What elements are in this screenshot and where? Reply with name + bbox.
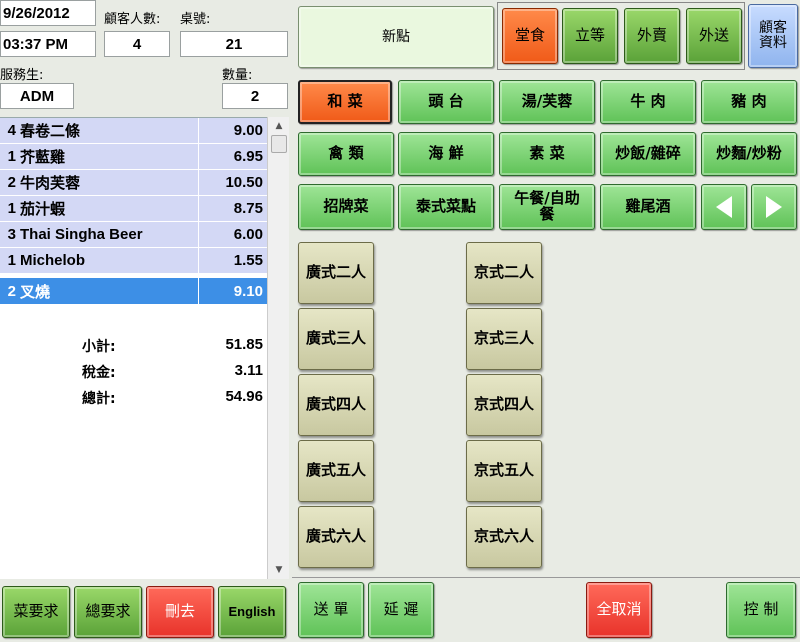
subtotal-label: 小計: (82, 339, 116, 355)
bottom-divider (292, 577, 800, 578)
delay-button[interactable]: 延 遲 (368, 582, 434, 638)
category-poultry[interactable]: 禽 類 (298, 132, 394, 176)
triangle-left-icon (716, 196, 732, 218)
item-price: 1.55 (233, 252, 263, 269)
item-qty: 1 (7, 252, 16, 269)
next-page-button[interactable] (751, 184, 797, 230)
item-name: 茄汁蝦 (20, 201, 66, 218)
takeout-button[interactable]: 外賣 (624, 8, 680, 64)
category-lunch-buffet[interactable]: 午餐/自助餐 (499, 184, 595, 230)
category-noodles[interactable]: 炒麵/炒粉 (701, 132, 797, 176)
send-order-button[interactable]: 送 單 (298, 582, 364, 638)
table-input[interactable]: 21 (180, 31, 288, 57)
general-request-button[interactable]: 總要求 (74, 586, 142, 638)
tax-value: 3.11 (234, 362, 263, 379)
triangle-right-icon (766, 196, 782, 218)
category-thai[interactable]: 泰式菜點 (398, 184, 494, 230)
menu-item-beijing-3[interactable]: 京式三人 (466, 308, 542, 370)
order-item-row[interactable]: 1 芥藍雞 6.95 (0, 144, 267, 170)
category-specials[interactable]: 招牌菜 (298, 184, 394, 230)
category-vegetable[interactable]: 素 菜 (499, 132, 595, 176)
category-seafood[interactable]: 海 鮮 (398, 132, 494, 176)
category-set-meals[interactable]: 和 菜 (298, 80, 392, 124)
dish-request-button[interactable]: 菜要求 (2, 586, 70, 638)
item-name: Thai Singha Beer (20, 226, 143, 243)
quantity-input[interactable]: 2 (222, 83, 288, 109)
delivery-button[interactable]: 外送 (686, 8, 742, 64)
category-cocktails[interactable]: 雞尾酒 (600, 184, 696, 230)
new-order-button[interactable]: 新點 (298, 6, 494, 68)
category-beef[interactable]: 牛 肉 (600, 80, 696, 124)
cancel-all-button[interactable]: 全取消 (586, 582, 652, 638)
order-list[interactable]: 4 春卷二條 9.00 1 芥藍雞 6.95 2 牛肉芙蓉 10.50 1 茄汁… (0, 117, 267, 579)
customer-info-button[interactable]: 顧客資料 (748, 4, 798, 68)
item-price: 9.10 (233, 282, 263, 300)
category-soup[interactable]: 湯/芙蓉 (499, 80, 595, 124)
date-display: 9/26/2012 (0, 0, 96, 26)
item-qty: 2 (7, 174, 16, 191)
dine-in-button[interactable]: 堂食 (502, 8, 558, 64)
order-item-row-selected[interactable]: 2 叉燒 9.10 (0, 278, 267, 304)
item-price: 8.75 (233, 200, 263, 217)
item-name: 春卷二條 (20, 123, 81, 140)
item-name: Michelob (20, 252, 86, 269)
item-price: 9.00 (233, 122, 263, 139)
scroll-up-icon[interactable]: ▲ (268, 117, 290, 135)
prev-page-button[interactable] (701, 184, 747, 230)
item-price: 10.50 (225, 174, 263, 191)
order-item-row[interactable]: 1 Michelob 1.55 (0, 248, 267, 274)
category-appetizers[interactable]: 頭 台 (398, 80, 494, 124)
total-label: 總計: (82, 391, 116, 407)
item-name: 叉燒 (20, 283, 51, 301)
item-name: 牛肉芙蓉 (20, 175, 81, 192)
total-value: 54.96 (225, 388, 263, 405)
control-button[interactable]: 控 制 (726, 582, 796, 638)
table-label: 桌號: (180, 12, 211, 27)
item-qty: 4 (7, 122, 16, 139)
category-pork[interactable]: 豬 肉 (701, 80, 797, 124)
menu-item-beijing-5[interactable]: 京式五人 (466, 440, 542, 502)
category-fried-rice[interactable]: 炒飯/雜碎 (600, 132, 696, 176)
guests-label: 顧客人數: (104, 12, 161, 27)
guests-input[interactable]: 4 (104, 31, 170, 57)
menu-item-beijing-4[interactable]: 京式四人 (466, 374, 542, 436)
menu-item-cantonese-4[interactable]: 廣式四人 (298, 374, 374, 436)
wait-button[interactable]: 立等 (562, 8, 618, 64)
scroll-down-icon[interactable]: ▼ (268, 561, 290, 579)
item-qty: 1 (7, 148, 16, 165)
menu-item-beijing-6[interactable]: 京式六人 (466, 506, 542, 568)
quantity-label: 數量: (222, 68, 253, 83)
order-item-row[interactable]: 4 春卷二條 9.00 (0, 118, 267, 144)
server-input[interactable]: ADM (0, 83, 74, 109)
order-item-row[interactable]: 2 牛肉芙蓉 10.50 (0, 170, 267, 196)
menu-item-cantonese-2[interactable]: 廣式二人 (298, 242, 374, 304)
menu-item-cantonese-3[interactable]: 廣式三人 (298, 308, 374, 370)
menu-item-beijing-2[interactable]: 京式二人 (466, 242, 542, 304)
tax-label: 稅金: (82, 365, 116, 381)
order-item-row[interactable]: 3 Thai Singha Beer 6.00 (0, 222, 267, 248)
subtotal-value: 51.85 (225, 336, 263, 353)
time-display: 03:37 PM (0, 31, 96, 57)
order-list-scrollbar[interactable]: ▲ ▼ (267, 117, 289, 579)
item-qty: 1 (7, 200, 16, 217)
menu-item-cantonese-5[interactable]: 廣式五人 (298, 440, 374, 502)
delete-button[interactable]: 刪去 (146, 586, 214, 638)
item-name: 芥藍雞 (20, 149, 66, 166)
menu-item-cantonese-6[interactable]: 廣式六人 (298, 506, 374, 568)
server-label: 服務生: (0, 68, 44, 83)
order-item-row[interactable]: 1 茄汁蝦 8.75 (0, 196, 267, 222)
item-price: 6.00 (233, 226, 263, 243)
english-button[interactable]: English (218, 586, 286, 638)
item-price: 6.95 (233, 148, 263, 165)
item-qty: 3 (7, 226, 16, 243)
item-qty: 2 (7, 282, 16, 300)
scroll-thumb[interactable] (271, 135, 287, 153)
